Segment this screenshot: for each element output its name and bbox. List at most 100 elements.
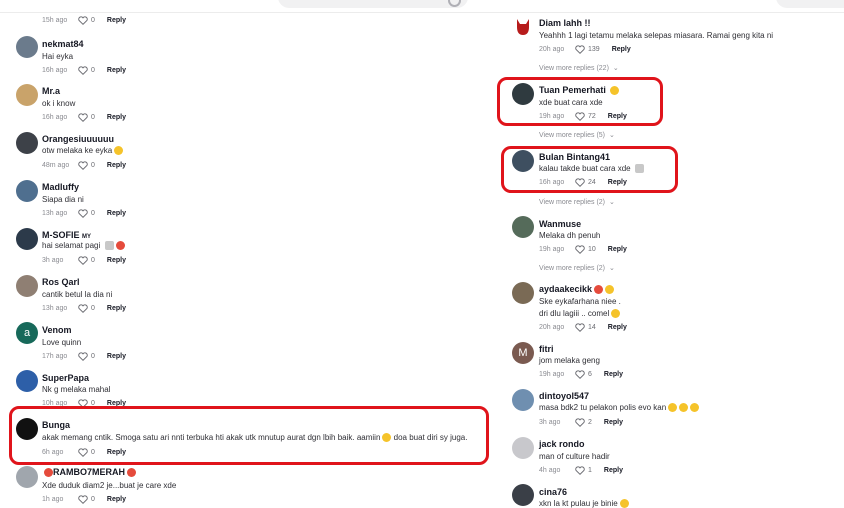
comment-text: hai selamat pagi xyxy=(42,241,101,250)
rainbow-emoji-icon xyxy=(594,285,604,295)
avatar[interactable] xyxy=(512,150,534,172)
top-right-pill[interactable] xyxy=(776,0,844,8)
heart-icon[interactable] xyxy=(575,245,585,254)
comment-username[interactable]: Wanmuse xyxy=(539,219,581,229)
reply-button[interactable]: Reply xyxy=(107,496,126,503)
comment-username-row[interactable]: aydaakecikk xyxy=(539,284,615,295)
comment-username[interactable]: jack rondo xyxy=(539,439,585,449)
comment-username[interactable]: Mr.a xyxy=(42,86,60,96)
heart-icon[interactable] xyxy=(575,45,585,54)
comment-username[interactable]: aydaakecikk xyxy=(539,284,592,294)
comment-username[interactable]: Tuan Pemerhati xyxy=(539,85,606,95)
heart-icon[interactable] xyxy=(78,352,88,361)
heart-icon[interactable] xyxy=(78,113,88,122)
avatar[interactable] xyxy=(16,466,38,488)
avatar[interactable] xyxy=(512,484,534,506)
reply-button[interactable]: Reply xyxy=(608,113,627,120)
heart-icon[interactable] xyxy=(78,16,88,25)
comment-username[interactable]: SuperPapa xyxy=(42,373,89,383)
comment-username[interactable]: Bunga xyxy=(42,420,70,430)
reply-button[interactable]: Reply xyxy=(107,114,126,121)
comment-text: xde buat cara xde xyxy=(539,98,603,107)
reply-button[interactable]: Reply xyxy=(107,17,126,24)
avatar[interactable] xyxy=(16,228,38,250)
avatar[interactable] xyxy=(16,418,38,440)
heart-icon[interactable] xyxy=(575,466,585,475)
view-more-label[interactable]: View more replies (2) xyxy=(539,265,605,272)
reply-button[interactable]: Reply xyxy=(604,467,623,474)
reply-button[interactable]: Reply xyxy=(107,353,126,360)
heart-icon[interactable] xyxy=(78,304,88,313)
reply-button[interactable]: Reply xyxy=(107,67,126,74)
reply-button[interactable]: Reply xyxy=(608,324,627,331)
view-more-label[interactable]: View more replies (2) xyxy=(539,199,605,206)
avatar[interactable] xyxy=(16,132,38,154)
reply-button[interactable]: Reply xyxy=(107,210,126,217)
avatar[interactable] xyxy=(512,16,534,38)
avatar[interactable] xyxy=(16,275,38,297)
avatar[interactable]: a xyxy=(16,322,38,344)
search-bar[interactable] xyxy=(278,0,468,8)
view-more-replies[interactable]: View more replies (5) ⌄ xyxy=(539,131,615,139)
comment-username-row[interactable]: RAMBO7MERAH xyxy=(42,467,136,478)
reply-button[interactable]: Reply xyxy=(608,179,627,186)
heart-icon[interactable] xyxy=(78,448,88,457)
comment-username[interactable]: fitri xyxy=(539,344,554,354)
heart-icon[interactable] xyxy=(575,370,585,379)
avatar[interactable] xyxy=(512,282,534,304)
avatar[interactable] xyxy=(16,180,38,202)
comment-username[interactable]: nekmat84 xyxy=(42,39,84,49)
reply-button[interactable]: Reply xyxy=(604,419,623,426)
heart-icon[interactable] xyxy=(575,178,585,187)
comment-username[interactable]: M-SOFIE xyxy=(42,230,80,240)
view-more-replies[interactable]: View more replies (2) ⌄ xyxy=(539,198,615,206)
comment-username[interactable]: Venom xyxy=(42,325,72,335)
view-more-replies[interactable]: View more replies (22) ⌄ xyxy=(539,64,619,72)
comment-username-row[interactable]: M-SOFIE MY xyxy=(42,230,91,240)
comment-time: 16h ago xyxy=(539,179,565,186)
reply-button[interactable]: Reply xyxy=(107,305,126,312)
comment-username[interactable]: dintoyol547 xyxy=(539,391,589,401)
reply-button[interactable]: Reply xyxy=(107,449,126,456)
comment-text: kalau takde buat cara xde xyxy=(539,164,631,173)
reply-button[interactable]: Reply xyxy=(608,246,627,253)
heart-icon[interactable] xyxy=(78,495,88,504)
avatar[interactable] xyxy=(512,216,534,238)
avatar[interactable] xyxy=(16,36,38,58)
avatar[interactable] xyxy=(512,83,534,105)
heart-icon[interactable] xyxy=(78,161,88,170)
heart-icon[interactable] xyxy=(78,209,88,218)
heart-icon[interactable] xyxy=(78,66,88,75)
comment-username[interactable]: Orangesiuuuuuu xyxy=(42,134,114,144)
reply-button[interactable]: Reply xyxy=(604,371,623,378)
view-more-label[interactable]: View more replies (5) xyxy=(539,132,605,139)
heart-icon[interactable] xyxy=(575,323,585,332)
comment-username-row[interactable]: Tuan Pemerhati xyxy=(539,85,620,96)
view-more-label[interactable]: View more replies (22) xyxy=(539,65,609,72)
like-count: 72 xyxy=(588,113,596,120)
comment-text: man of culture hadir xyxy=(539,452,610,461)
comment-username[interactable]: Diam lahh !! xyxy=(539,18,591,28)
comment-username[interactable]: Ros Qarl xyxy=(42,277,80,287)
view-more-replies[interactable]: View more replies (2) ⌄ xyxy=(539,264,615,272)
comment-username[interactable]: Madluffy xyxy=(42,182,79,192)
reply-button[interactable]: Reply xyxy=(612,46,631,53)
avatar[interactable] xyxy=(512,389,534,411)
avatar[interactable] xyxy=(16,370,38,392)
comment-text: masa bdk2 tu pelakon polis evo kan xyxy=(539,403,667,412)
heart-icon[interactable] xyxy=(78,256,88,265)
like-count: 0 xyxy=(91,114,95,121)
comment-text-continued: doa buat diri sy juga. xyxy=(393,433,468,442)
comment-meta: 17h ago 0 Reply xyxy=(42,352,126,361)
heart-icon[interactable] xyxy=(575,112,585,121)
comment-username[interactable]: RAMBO7MERAH xyxy=(53,467,125,477)
avatar[interactable] xyxy=(512,437,534,459)
avatar[interactable]: M xyxy=(512,342,534,364)
heart-icon[interactable] xyxy=(575,418,585,427)
comment-username[interactable]: Bulan Bintang41 xyxy=(539,152,610,162)
avatar[interactable] xyxy=(16,84,38,106)
reply-button[interactable]: Reply xyxy=(107,162,126,169)
reply-button[interactable]: Reply xyxy=(107,257,126,264)
like-count: 0 xyxy=(91,353,95,360)
comment-username[interactable]: cina76 xyxy=(539,487,567,497)
